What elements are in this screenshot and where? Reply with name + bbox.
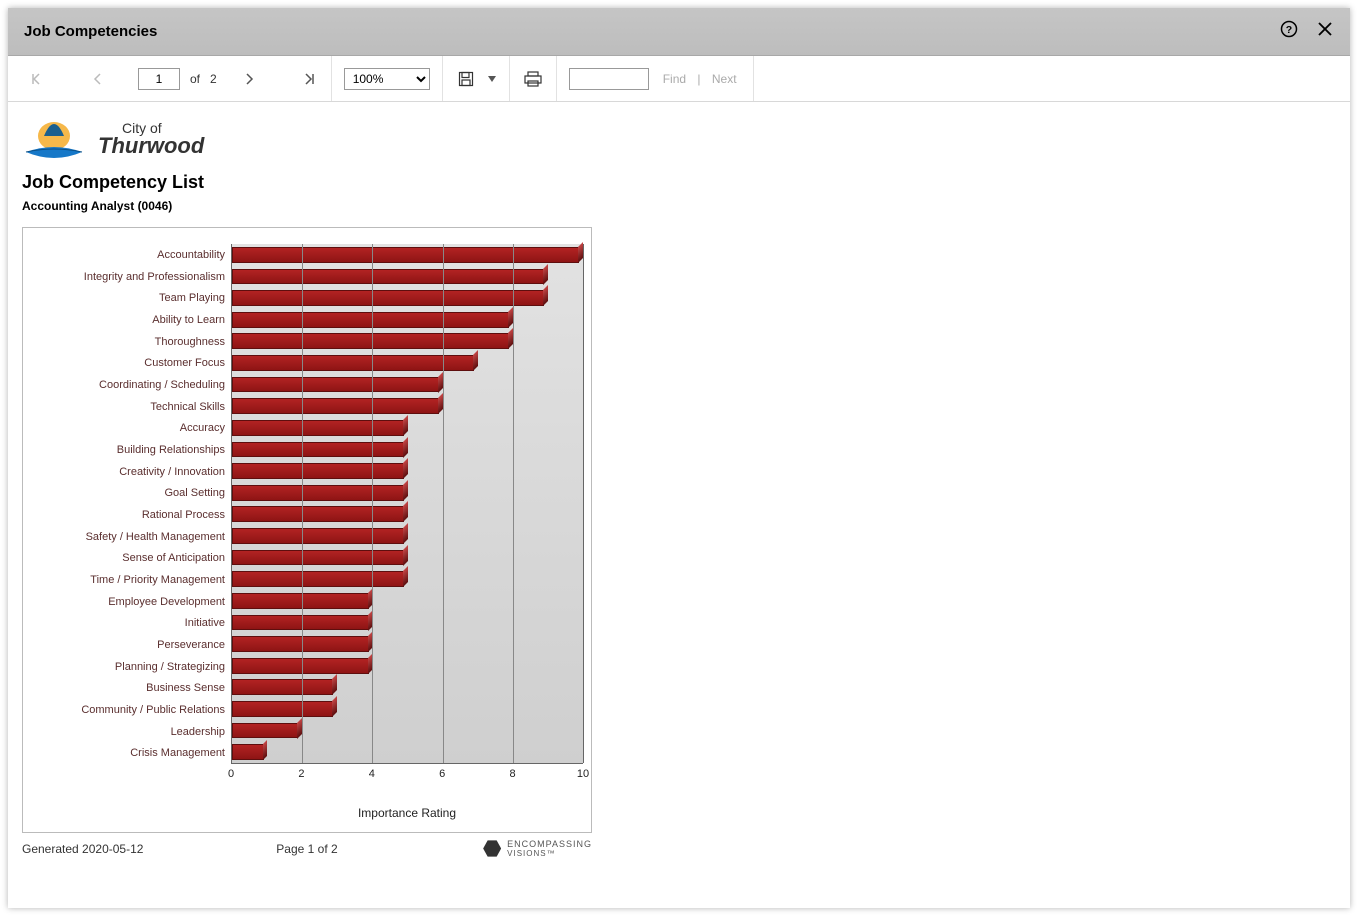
chart-category-label: Thoroughness (31, 331, 231, 353)
next-link[interactable]: Next (712, 72, 737, 86)
chart-category-label: Goal Setting (31, 482, 231, 504)
chart-bar (232, 420, 408, 436)
help-icon[interactable]: ? (1280, 20, 1298, 44)
chart-bar (232, 679, 337, 695)
footer-vendor: ENCOMPASSING VISIONS™ (402, 839, 592, 858)
chart-category-label: Ability to Learn (31, 309, 231, 331)
chart-bar (232, 571, 408, 587)
chart-x-tick: 8 (510, 768, 516, 780)
chart-category-label: Rational Process (31, 504, 231, 526)
chart-y-labels: AccountabilityIntegrity and Professional… (31, 244, 231, 764)
chart-category-label: Business Sense (31, 677, 231, 699)
chart-bar (232, 463, 408, 479)
page-of-label: of (190, 72, 200, 86)
chart-container: AccountabilityIntegrity and Professional… (22, 227, 592, 833)
chart-bar (232, 723, 302, 739)
zoom-group: 100% (332, 56, 443, 101)
chart-x-tick: 10 (577, 768, 589, 780)
next-page-icon[interactable] (239, 69, 259, 89)
chart-category-label: Coordinating / Scheduling (31, 374, 231, 396)
chart-x-label: Importance Rating (231, 806, 583, 820)
search-group: Find | Next (557, 56, 754, 101)
footer-generated: Generated 2020-05-12 (22, 842, 212, 856)
save-icon[interactable] (455, 68, 477, 90)
first-page-icon[interactable] (28, 69, 48, 89)
chart-bar (232, 442, 408, 458)
chart-bar (232, 290, 548, 306)
vendor-logo-icon (483, 840, 501, 858)
save-dropdown-icon[interactable] (487, 68, 497, 90)
export-group (443, 56, 510, 101)
chart-category-label: Leadership (31, 721, 231, 743)
page-footer: Generated 2020-05-12 Page 1 of 2 ENCOMPA… (22, 839, 592, 858)
org-line2: Thurwood (98, 135, 204, 157)
chart-bar (232, 506, 408, 522)
chart-bar (232, 247, 583, 263)
print-icon[interactable] (522, 68, 544, 90)
chart-bar (232, 744, 267, 760)
chart-x-axis: 0246810 (231, 764, 583, 794)
chart-category-label: Accuracy (31, 417, 231, 439)
chart-category-label: Crisis Management (31, 742, 231, 764)
page-total: 2 (210, 72, 217, 86)
chart-bar (232, 550, 408, 566)
chart-bar (232, 269, 548, 285)
chart-category-label: Sense of Anticipation (31, 547, 231, 569)
chart-category-label: Community / Public Relations (31, 699, 231, 721)
chart-category-label: Creativity / Innovation (31, 461, 231, 483)
chart-category-label: Initiative (31, 612, 231, 634)
chart-x-tick: 2 (298, 768, 304, 780)
report-toolbar: of 2 100% (8, 56, 1350, 102)
chart-category-label: Time / Priority Management (31, 569, 231, 591)
chart-x-tick: 4 (369, 768, 375, 780)
search-input[interactable] (569, 68, 649, 90)
chart-bar (232, 485, 408, 501)
close-icon[interactable] (1316, 20, 1334, 44)
chart-plot: AccountabilityIntegrity and Professional… (31, 244, 583, 764)
chart-category-label: Safety / Health Management (31, 526, 231, 548)
chart-category-label: Employee Development (31, 591, 231, 613)
chart-category-label: Customer Focus (31, 352, 231, 374)
chart-category-label: Team Playing (31, 287, 231, 309)
chart-bar (232, 528, 408, 544)
print-group (510, 56, 557, 101)
chart-x-tick: 6 (439, 768, 445, 780)
chart-category-label: Technical Skills (31, 396, 231, 418)
chart-category-label: Perseverance (31, 634, 231, 656)
window-title: Job Competencies (24, 23, 157, 40)
report-body[interactable]: City of Thurwood Job Competency List Acc… (8, 102, 1350, 908)
nav-group: of 2 (16, 56, 332, 101)
zoom-select[interactable]: 100% (344, 68, 430, 90)
chart-category-label: Building Relationships (31, 439, 231, 461)
svg-text:?: ? (1286, 23, 1292, 35)
org-logo-row: City of Thurwood (22, 110, 1346, 164)
report-subtitle: Accounting Analyst (0046) (22, 199, 1346, 213)
footer-page: Page 1 of 2 (212, 842, 402, 856)
report-title: Job Competency List (22, 172, 1346, 193)
last-page-icon[interactable] (299, 69, 319, 89)
window-frame: Job Competencies ? of 2 (8, 8, 1350, 908)
chart-bar (232, 355, 478, 371)
chart-x-tick: 0 (228, 768, 234, 780)
chart-category-label: Accountability (31, 244, 231, 266)
prev-page-icon[interactable] (88, 69, 108, 89)
title-bar: Job Competencies ? (8, 8, 1350, 56)
org-logo-icon (22, 114, 86, 164)
chart-category-label: Integrity and Professionalism (31, 266, 231, 288)
page-number-input[interactable] (138, 68, 180, 90)
chart-bar (232, 398, 443, 414)
chart-bar (232, 701, 337, 717)
find-link[interactable]: Find (663, 72, 686, 86)
chart-bar (232, 377, 443, 393)
chart-plot-area (231, 244, 583, 764)
chart-category-label: Planning / Strategizing (31, 656, 231, 678)
